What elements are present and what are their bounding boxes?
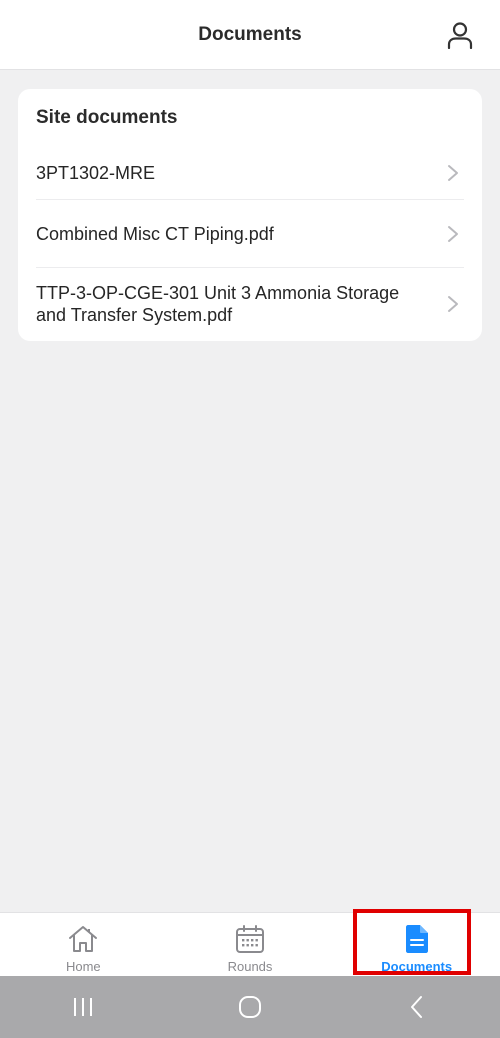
card-title: Site documents xyxy=(36,107,178,128)
document-label: Combined Misc CT Piping.pdf xyxy=(36,223,274,244)
document-item[interactable]: 3PT1302-MRE xyxy=(36,147,464,200)
tab-home[interactable]: Home xyxy=(0,913,167,976)
chevron-right-icon xyxy=(448,296,458,312)
system-home-button[interactable] xyxy=(230,987,270,1027)
tab-rounds[interactable]: Rounds xyxy=(167,913,334,976)
document-label: TTP-3-OP-CGE-301 Unit 3 Ammonia Storage … xyxy=(36,283,400,325)
app-screen: Documents Site documents 3PT1302-MRE Com… xyxy=(0,0,500,1038)
chevron-right-icon xyxy=(448,225,458,242)
document-item[interactable]: Combined Misc CT Piping.pdf xyxy=(36,200,464,268)
site-documents-card: Site documents 3PT1302-MRE Combined Misc… xyxy=(18,89,482,341)
recent-apps-button[interactable] xyxy=(63,987,103,1027)
page-title: Documents xyxy=(198,23,302,45)
tab-documents[interactable]: Documents xyxy=(333,913,500,976)
tab-label: Home xyxy=(65,959,101,974)
profile-button[interactable] xyxy=(446,20,474,50)
document-label: 3PT1302-MRE xyxy=(36,163,156,183)
app-header: Documents xyxy=(0,0,500,70)
calendar-icon xyxy=(236,925,264,953)
home-icon xyxy=(69,926,98,952)
tab-label: Rounds xyxy=(227,959,273,974)
back-icon xyxy=(410,996,422,1018)
bottom-tab-bar: Home Rounds Documents xyxy=(0,912,500,976)
recent-apps-icon xyxy=(74,998,93,1016)
chevron-right-icon xyxy=(448,165,458,181)
document-item[interactable]: TTP-3-OP-CGE-301 Unit 3 Ammonia Storage … xyxy=(36,268,464,340)
person-icon xyxy=(447,22,473,49)
document-icon xyxy=(405,925,428,953)
system-back-button[interactable] xyxy=(397,987,437,1027)
system-nav-bar xyxy=(0,976,500,1038)
tab-label: Documents xyxy=(381,959,453,974)
home-circle-icon xyxy=(238,996,261,1018)
